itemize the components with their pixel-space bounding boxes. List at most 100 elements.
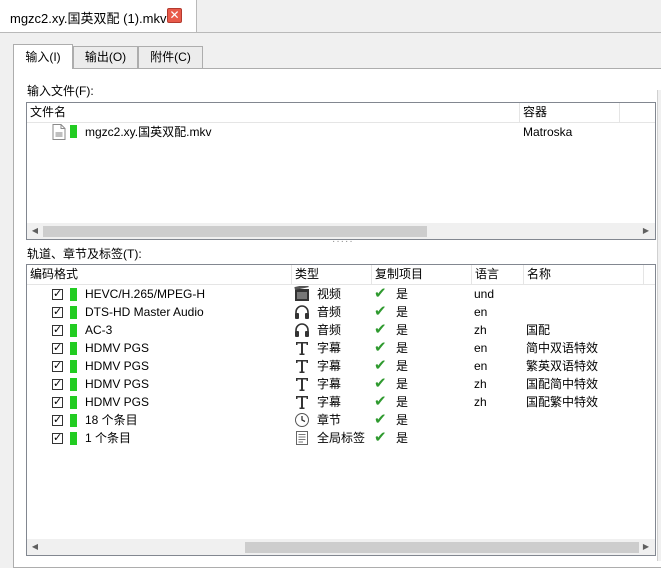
track-language: zh: [474, 377, 487, 391]
column-header-filename[interactable]: 文件名: [27, 103, 520, 122]
track-codec: 1 个条目: [85, 431, 132, 445]
column-header-name[interactable]: 名称: [524, 265, 644, 284]
track-copy: 是: [396, 359, 409, 373]
tracks-label: 轨道、章节及标签(T):: [27, 247, 142, 261]
checkmark-icon: ✔: [374, 339, 387, 356]
scroll-left-icon[interactable]: ◀: [28, 224, 42, 238]
tab-output[interactable]: 输出(O): [73, 46, 138, 68]
track-copy: 是: [396, 287, 409, 301]
input-files-label: 输入文件(F):: [27, 84, 94, 98]
track-codec: 18 个条目: [85, 413, 138, 427]
track-codec: HDMV PGS: [85, 341, 150, 355]
track-type: 全局标签: [317, 431, 366, 445]
track-checkbox[interactable]: ✓: [52, 379, 63, 390]
input-files-list[interactable]: 文件名 容器 mgzc2.xy.国英双配.mkv Matroska ◀ ▶: [26, 102, 656, 240]
track-checkbox[interactable]: ✓: [52, 325, 63, 336]
tracks-hscrollbar[interactable]: ◀ ▶: [27, 539, 655, 555]
track-row[interactable]: ✓ HDMV PGS 字幕 ✔ 是 en 繁英双语特效: [27, 357, 655, 375]
track-marker: [70, 396, 77, 409]
input-file-name: mgzc2.xy.国英双配.mkv: [85, 125, 212, 139]
window-edge-scrollbar: [657, 90, 661, 561]
track-language: zh: [474, 395, 487, 409]
checkmark-icon: ✔: [374, 303, 387, 320]
checkmark-icon: ✔: [374, 321, 387, 338]
tabbar-divider: [197, 32, 661, 33]
track-copy: 是: [396, 431, 409, 445]
track-language: en: [474, 359, 488, 373]
track-row[interactable]: ✓ HEVC/H.265/MPEG-H 视频 ✔ 是 und: [27, 284, 655, 303]
track-marker: [70, 360, 77, 373]
track-copy: 是: [396, 341, 409, 355]
track-copy: 是: [396, 305, 409, 319]
track-copy: 是: [396, 377, 409, 391]
track-name: 国配简中特效: [526, 377, 599, 391]
file-marker: [70, 125, 77, 138]
track-type: 字幕: [317, 359, 342, 373]
tracks-list[interactable]: 编码格式 类型 复制项目 语言 名称 ✓ HEVC/H.265/MPEG-H 视频 ✔…: [26, 264, 656, 556]
scroll-right-icon[interactable]: ▶: [639, 224, 653, 238]
file-icon: [52, 124, 66, 140]
checkmark-icon: ✔: [374, 411, 387, 428]
track-type: 章节: [317, 413, 342, 427]
close-icon[interactable]: ✕: [167, 8, 182, 23]
column-header-codec[interactable]: 编码格式: [27, 265, 292, 284]
scroll-thumb[interactable]: [43, 226, 427, 237]
document-tab-title: mgzc2.xy.国英双配 (1).mkv: [10, 11, 167, 26]
splitter-handle[interactable]: ·····: [332, 236, 354, 247]
checkmark-icon: ✔: [374, 375, 387, 392]
track-marker: [70, 342, 77, 355]
document-tab[interactable]: mgzc2.xy.国英双配 (1).mkv ✕: [0, 0, 197, 33]
column-header-container[interactable]: 容器: [520, 103, 620, 122]
track-type: 字幕: [317, 377, 342, 391]
column-header-copy[interactable]: 复制项目: [372, 265, 472, 284]
track-row[interactable]: ✓ 18 个条目 章节 ✔ 是: [27, 411, 655, 429]
track-checkbox[interactable]: ✓: [52, 361, 63, 372]
track-row[interactable]: ✓ HDMV PGS 字幕 ✔ 是 zh 国配简中特效: [27, 375, 655, 393]
track-checkbox[interactable]: ✓: [52, 307, 63, 318]
track-name: 国配: [526, 323, 551, 337]
track-codec: HDMV PGS: [85, 395, 150, 409]
track-type: 音频: [317, 323, 342, 337]
checkmark-icon: ✔: [374, 357, 387, 374]
column-header-type[interactable]: 类型: [292, 265, 372, 284]
track-name: 国配繁中特效: [526, 395, 599, 409]
track-row[interactable]: ✓ AC-3 音频 ✔ 是 zh 国配: [27, 321, 655, 339]
track-marker: [70, 306, 77, 319]
scroll-left-icon[interactable]: ◀: [28, 540, 42, 554]
track-marker: [70, 378, 77, 391]
checkmark-icon: ✔: [374, 393, 387, 410]
track-codec: HDMV PGS: [85, 359, 150, 373]
track-type: 音频: [317, 305, 342, 319]
scroll-thumb[interactable]: [245, 542, 639, 553]
track-language: und: [474, 287, 495, 301]
track-checkbox[interactable]: ✓: [52, 415, 63, 426]
input-file-container: Matroska: [523, 125, 573, 139]
track-checkbox[interactable]: ✓: [52, 433, 63, 444]
track-marker: [70, 288, 77, 301]
track-checkbox[interactable]: ✓: [52, 343, 63, 354]
track-checkbox[interactable]: ✓: [52, 397, 63, 408]
track-copy: 是: [396, 413, 409, 427]
track-row[interactable]: ✓ DTS-HD Master Audio 音频 ✔ 是 en: [27, 303, 655, 321]
track-copy: 是: [396, 395, 409, 409]
track-row[interactable]: ✓ HDMV PGS 字幕 ✔ 是 en 简中双语特效: [27, 339, 655, 357]
scroll-right-icon[interactable]: ▶: [639, 540, 653, 554]
track-copy: 是: [396, 323, 409, 337]
tab-input[interactable]: 输入(I): [13, 44, 73, 69]
track-marker: [70, 324, 77, 337]
track-row[interactable]: ✓ 1 个条目 全局标签 ✔ 是: [27, 429, 655, 447]
track-row[interactable]: ✓ HDMV PGS 字幕 ✔ 是 zh 国配繁中特效: [27, 393, 655, 411]
track-marker: [70, 414, 77, 427]
column-header-language[interactable]: 语言: [472, 265, 524, 284]
track-checkbox[interactable]: ✓: [52, 289, 63, 300]
track-codec: HDMV PGS: [85, 377, 150, 391]
track-codec: DTS-HD Master Audio: [85, 305, 204, 319]
document-icon: [294, 430, 310, 449]
input-file-row[interactable]: mgzc2.xy.国英双配.mkv Matroska: [27, 123, 655, 141]
checkmark-icon: ✔: [374, 285, 387, 302]
tab-attachments[interactable]: 附件(C): [138, 46, 203, 68]
track-codec: AC-3: [85, 323, 113, 337]
track-name: 简中双语特效: [526, 341, 599, 355]
track-name: 繁英双语特效: [526, 359, 599, 373]
track-codec: HEVC/H.265/MPEG-H: [85, 287, 206, 301]
